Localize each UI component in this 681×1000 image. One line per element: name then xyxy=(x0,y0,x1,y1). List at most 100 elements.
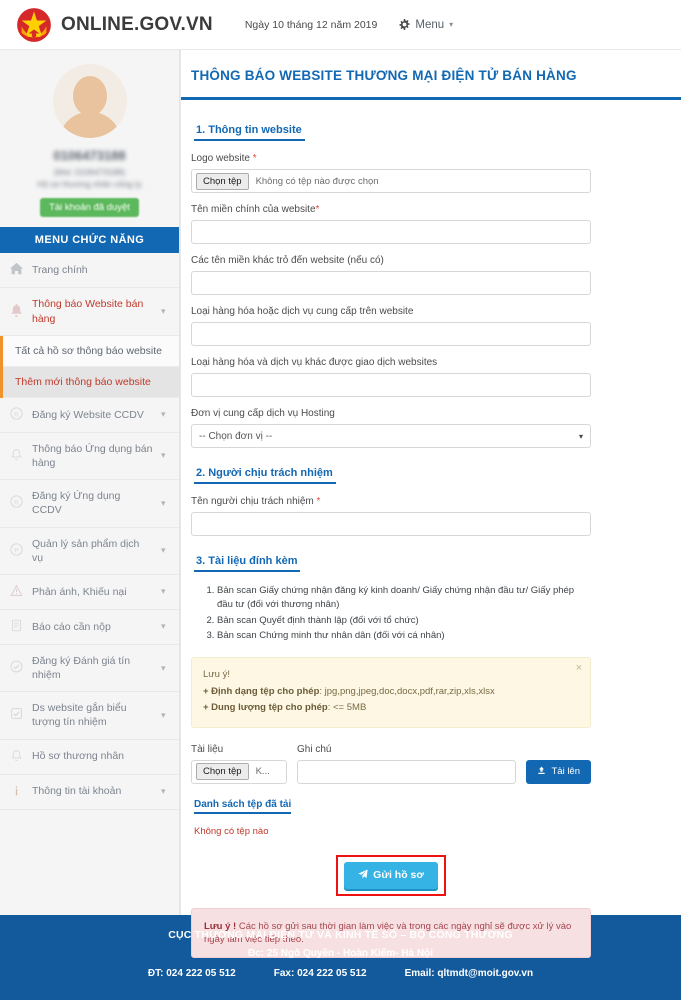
sidebar-item-thong-bao-website-ban-hang[interactable]: Thông báo Website bán hàng ▾ xyxy=(0,288,179,336)
main-content: THÔNG BÁO WEBSITE THƯƠNG MẠI ĐIỆN TỬ BÁN… xyxy=(180,50,681,959)
sidebar-item-label: Thông tin tài khoản xyxy=(32,785,122,798)
sidebar-item-label: Quản lý sản phẩm dịch vụ xyxy=(32,537,140,564)
domain-others-input[interactable] xyxy=(191,271,591,295)
sidebar-item-dang-ky-danh-gia-tin-nhiem[interactable]: Đăng ký Đánh giá tín nhiệm ▾ xyxy=(0,644,179,693)
attachment-file-input[interactable]: Chọn tệp K... xyxy=(191,759,287,784)
hosting-selected-value: -- Chọn đơn vị -- xyxy=(199,430,273,442)
list-item: Bản scan Quyết định thành lập (đối với t… xyxy=(217,614,591,628)
paper-plane-icon xyxy=(358,869,368,882)
sidebar-item-quan-ly-san-pham-dich-vu[interactable]: P Quản lý sản phẩm dịch vụ ▾ xyxy=(0,527,179,575)
footer-email[interactable]: Email: qltmdt@moit.gov.vn xyxy=(405,968,533,979)
hosting-provider-select[interactable]: -- Chọn đơn vị -- ▾ xyxy=(191,424,591,448)
field-label: Loại hàng hóa và dịch vụ khác được giao … xyxy=(191,357,438,368)
field-label: Các tên miền khác trỏ đến website (nếu c… xyxy=(191,255,384,266)
sidebar-item-dang-ky-ung-dung-ccdv[interactable]: R Đăng ký Ứng dụng CCDV ▾ xyxy=(0,480,179,528)
chevron-down-icon: ▾ xyxy=(161,409,166,420)
sidebar: 0106473188 (Mst: 0106473188) Hộ sơ thươn… xyxy=(0,50,180,915)
attachment-file-status: K... xyxy=(255,766,270,778)
upload-file-column: Tài liệu Chọn tệp K... xyxy=(191,744,287,784)
required-marker: * xyxy=(315,204,320,215)
profile-tax-id: (Mst: 0106473188) xyxy=(53,166,126,177)
submit-annotation-box: Gửi hồ sơ xyxy=(336,854,446,896)
required-marker: * xyxy=(252,153,257,164)
list-item: Bản scan Chứng minh thư nhân dân (đối vớ… xyxy=(217,629,591,643)
upload-note-label: Ghi chú xyxy=(297,743,332,755)
note-line-format: + Định dạng tệp cho phép: jpg,png,jpeg,d… xyxy=(203,684,568,701)
sidebar-item-thong-tin-tai-khoan[interactable]: Thông tin tài khoản ▾ xyxy=(0,774,179,810)
domain-main-input[interactable] xyxy=(191,220,591,244)
svg-text:R: R xyxy=(14,411,19,418)
upload-row: Tài liệu Chọn tệp K... Ghi chú Tải lên xyxy=(191,744,591,784)
vietnam-emblem-icon xyxy=(16,7,52,43)
upload-button-column: Tải lên xyxy=(526,759,591,784)
field-label: Logo website * xyxy=(191,153,591,164)
upload-icon xyxy=(537,766,546,778)
sidebar-item-ds-website-gan-bieu-tuong[interactable]: Ds website gắn biểu tượng tín nhiệm ▾ xyxy=(0,692,179,740)
sidebar-menu-title: MENU CHỨC NĂNG xyxy=(0,227,179,254)
uploaded-files-heading[interactable]: Danh sách tệp đã tải xyxy=(194,799,292,814)
chevron-down-icon: ▾ xyxy=(161,450,166,461)
sidebar-item-label: Đăng ký Đánh giá tín nhiệm xyxy=(32,654,131,682)
close-icon[interactable]: × xyxy=(576,663,582,674)
registered-icon: R xyxy=(9,495,24,511)
upload-doc-label: Tài liệu xyxy=(191,743,224,755)
sidebar-item-label: Đăng ký Website CCDV xyxy=(32,408,144,421)
chevron-down-icon: ▾ xyxy=(161,709,166,720)
sidebar-item-trang-chinh[interactable]: Trang chính xyxy=(0,253,179,289)
upload-note-column: Ghi chú xyxy=(297,743,517,784)
goods-type-input[interactable] xyxy=(191,322,591,346)
chevron-down-icon: ▾ xyxy=(161,786,166,797)
field-hosting-provider: Đơn vị cung cấp dịch vụ Hosting -- Chọn … xyxy=(191,408,591,448)
logo-file-input[interactable]: Chọn tệp Không có tệp nào được chọn xyxy=(191,169,591,193)
submit-button-label: Gửi hồ sơ xyxy=(373,869,424,882)
sidebar-item-label: Thông báo Ứng dụng bán hàng xyxy=(32,442,153,469)
sidebar-item-thong-bao-ung-dung-ban-hang[interactable]: Thông báo Ứng dụng bán hàng ▾ xyxy=(0,432,179,481)
sidebar-subitem-them-moi[interactable]: Thêm mới thông báo website xyxy=(3,366,179,398)
field-label: Tên người chịu trách nhiệm * xyxy=(191,496,591,507)
footer-phone: ĐT: 024 222 05 512 xyxy=(147,968,236,979)
sidebar-menu-list: Trang chính Thông báo Website bán hàng ▾… xyxy=(0,253,179,810)
header-menu-button[interactable]: Menu ▾ xyxy=(399,19,453,31)
page-title: THÔNG BÁO WEBSITE THƯƠNG MẠI ĐIỆN TỬ BÁN… xyxy=(181,50,681,100)
sidebar-item-ho-so-thuong-nhan[interactable]: Hồ sơ thương nhân xyxy=(0,739,179,775)
bell-outline-icon xyxy=(9,448,24,464)
required-marker: * xyxy=(316,496,321,507)
sidebar-subitem-tat-ca-ho-so[interactable]: Tất cả hồ sơ thông báo website xyxy=(3,335,179,367)
logo-choose-file-button[interactable]: Chọn tệp xyxy=(196,172,249,190)
upload-note-input[interactable] xyxy=(297,759,517,784)
sidebar-item-dang-ky-website-ccdv[interactable]: R Đăng ký Website CCDV ▾ xyxy=(0,397,179,433)
section-heading-3: 3. Tài liệu đính kèm xyxy=(194,555,301,572)
sidebar-submenu: Tất cả hồ sơ thông báo website Thêm mới … xyxy=(0,335,179,398)
avatar xyxy=(52,64,127,138)
submit-button[interactable]: Gửi hồ sơ xyxy=(344,861,438,889)
note-size-label: + Dung lượng tệp cho phép xyxy=(203,702,328,714)
responsible-person-input[interactable] xyxy=(191,512,591,536)
logo-label-text: Logo website xyxy=(191,153,250,164)
registered-icon: R xyxy=(9,407,24,423)
svg-text:R: R xyxy=(14,500,19,507)
field-label-text: Tên miền chính của website xyxy=(191,204,316,215)
other-goods-input[interactable] xyxy=(191,373,591,397)
sidebar-item-bao-cao-can-nop[interactable]: Báo cáo cần nộp ▾ xyxy=(0,609,179,645)
checkbox-icon xyxy=(9,707,24,723)
sidebar-item-label: Đăng ký Ứng dụng CCDV xyxy=(32,490,121,517)
chevron-down-icon: ▾ xyxy=(161,586,166,597)
note-line-size: + Dung lượng tệp cho phép: <= 5MB xyxy=(203,700,568,717)
attachment-choose-file-button[interactable]: Chọn tệp xyxy=(196,763,249,781)
sidebar-item-label: Hồ sơ thương nhân xyxy=(32,750,125,763)
warning-icon xyxy=(9,584,24,600)
field-domain-main: Tên miền chính của website* xyxy=(191,204,591,244)
sidebar-item-label: Trang chính xyxy=(32,264,88,277)
upload-button[interactable]: Tải lên xyxy=(526,759,591,784)
document-icon xyxy=(9,619,24,635)
status-badge: Tài khoản đã duyệt xyxy=(40,198,139,218)
product-icon: P xyxy=(9,542,24,559)
profile-org-type: Hộ sơ thương nhân công ty xyxy=(37,179,142,190)
brand-title: ONLINE.GOV.VN xyxy=(61,13,213,35)
sidebar-item-label: Ds website gắn biểu tượng tín nhiệm xyxy=(32,702,127,729)
sidebar-item-label: Phản ánh, Khiếu nại xyxy=(32,585,127,598)
field-label: Đơn vị cung cấp dịch vụ Hosting xyxy=(191,408,335,419)
bell-outline-icon xyxy=(9,749,24,765)
sidebar-item-phan-anh-khieu-nai[interactable]: Phản ánh, Khiếu nại ▾ xyxy=(0,574,179,610)
chevron-down-icon: ▾ xyxy=(161,662,166,673)
